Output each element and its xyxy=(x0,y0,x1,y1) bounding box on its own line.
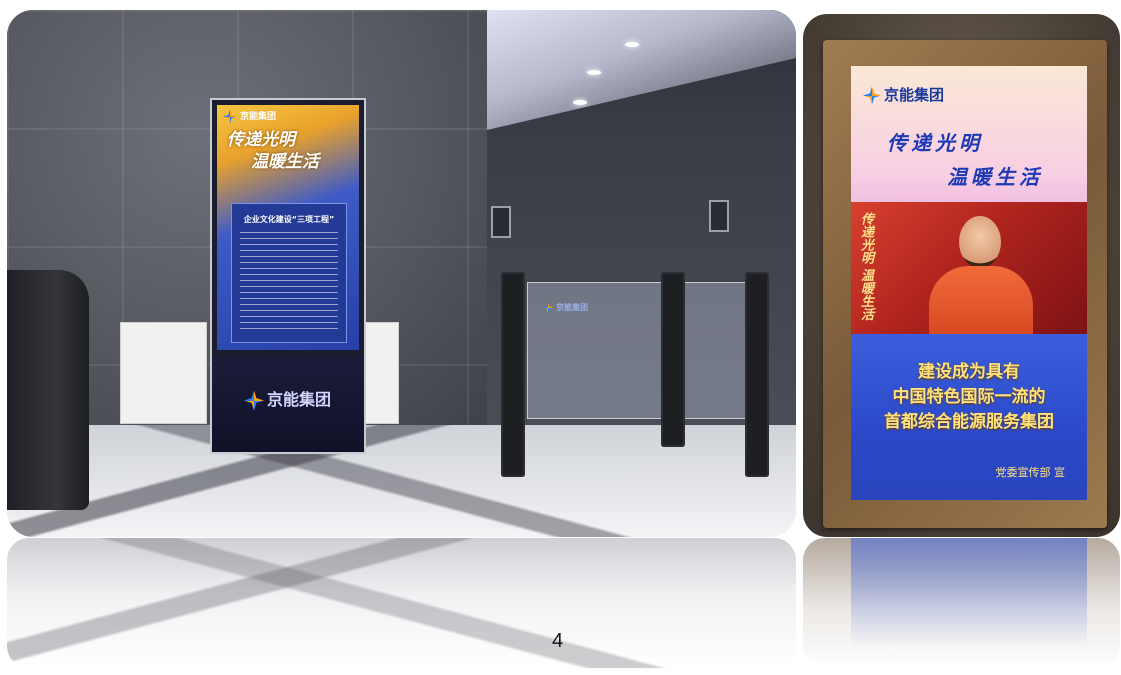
banner-panel-title: 企业文化建设“三项工程” xyxy=(243,215,335,224)
framed-screen-reflection xyxy=(803,538,1120,668)
banner-base: 京能集团 xyxy=(212,356,364,452)
banner-logo: 京能集团 xyxy=(223,109,276,124)
digital-poster-screen: 京能集团 传递光明 温暖生活 传递光明 温暖生活 建设成为具有 中国特色国际一流… xyxy=(851,66,1087,500)
screen-reflection xyxy=(851,538,1087,648)
banner-base-logo-text: 京能集团 xyxy=(267,390,332,409)
standing-banner-display: 京能集团 传递光明 温暖生活 企业文化建设“三项工程” 京能集团 xyxy=(210,98,366,454)
screen-calligraphy: 传递光明 温暖生活 xyxy=(887,126,1043,194)
face-scanner xyxy=(491,206,511,238)
banner-text-panel: 企业文化建设“三项工程” xyxy=(231,203,347,343)
page-number: 4 xyxy=(552,630,564,652)
framed-screen-photo: 京能集团 传递光明 温暖生活 传递光明 温暖生活 建设成为具有 中国特色国际一流… xyxy=(803,14,1120,537)
screen-logo-text: 京能集团 xyxy=(884,86,945,104)
slogan: 建设成为具有 中国特色国际一流的 首都综合能源服务集团 xyxy=(851,360,1087,435)
banner-calligraphy: 传递光明 温暖生活 xyxy=(227,129,319,173)
slogan-line3: 首都综合能源服务集团 xyxy=(884,412,1054,432)
jingneng-star-logo-icon xyxy=(244,390,264,411)
ceiling-light xyxy=(625,42,639,47)
screen-logo: 京能集团 xyxy=(863,84,944,105)
leather-sofa xyxy=(7,270,89,510)
worker-photo: 传递光明 温暖生活 xyxy=(851,202,1087,346)
banner-calligraphy-line2: 温暖生活 xyxy=(251,152,319,172)
wooden-frame: 京能集团 传递光明 温暖生活 传递光明 温暖生活 建设成为具有 中国特色国际一流… xyxy=(823,40,1107,528)
slogan-line2: 中国特色国际一流的 xyxy=(892,387,1046,407)
sign-off: 党委宣传部 宣 xyxy=(995,466,1066,479)
radiator-left xyxy=(120,322,207,424)
worker-photo-calligraphy: 传递光明 温暖生活 xyxy=(858,212,873,321)
worker-head xyxy=(959,216,1001,268)
jingneng-star-logo-icon xyxy=(543,302,553,313)
slogan-line1: 建设成为具有 xyxy=(918,362,1020,382)
face-scanner xyxy=(709,200,729,232)
banner-base-logo: 京能集团 xyxy=(244,386,331,411)
gate-sign: 京能集团 xyxy=(543,302,588,313)
ceiling-light xyxy=(587,70,601,75)
ceiling-light xyxy=(573,100,587,105)
slogan-panel: 建设成为具有 中国特色国际一流的 首都综合能源服务集团 党委宣传部 宣 xyxy=(851,334,1087,500)
banner-screen: 京能集团 传递光明 温暖生活 企业文化建设“三项工程” xyxy=(217,105,359,350)
screen-calligraphy-line1: 传递光明 xyxy=(887,131,983,155)
gate-sign-text: 京能集团 xyxy=(556,303,588,312)
jingneng-star-logo-icon xyxy=(223,109,237,124)
lobby-photo: 京能集团 传递光明 温暖生活 企业文化建设“三项工程” 京能集团 京能集团 xyxy=(7,10,796,537)
jingneng-star-logo-icon xyxy=(863,86,881,105)
turnstile-gate xyxy=(501,272,525,477)
turnstile-gate xyxy=(661,272,685,447)
turnstile-gate xyxy=(745,272,769,477)
banner-panel-body-text xyxy=(240,232,338,334)
banner-calligraphy-line1: 传递光明 xyxy=(227,130,295,150)
screen-calligraphy-line2: 温暖生活 xyxy=(947,165,1043,189)
banner-logo-text: 京能集团 xyxy=(240,112,277,122)
lobby-photo-reflection xyxy=(7,538,796,668)
